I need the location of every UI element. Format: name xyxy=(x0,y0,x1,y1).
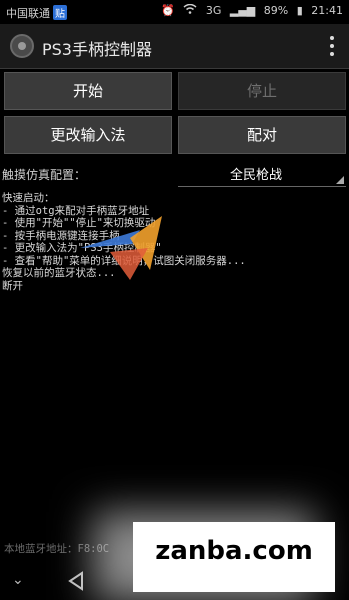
zanba-watermark: zanba.com xyxy=(133,522,335,592)
pair-button[interactable]: 配对 xyxy=(178,116,346,154)
status-left: 中国联通贴 xyxy=(6,5,67,21)
battery-icon: ▮ xyxy=(296,4,303,17)
app-title: PS3手柄控制器 xyxy=(42,40,152,59)
touch-config-value: 全民枪战 xyxy=(229,168,282,183)
alarm-icon: ⏰ xyxy=(161,4,175,17)
watermark-logo-icon xyxy=(80,216,162,280)
clock: 21:41 xyxy=(311,4,343,17)
network-type: 3G xyxy=(205,4,222,17)
app-bar: PS3手柄控制器 xyxy=(0,24,349,69)
touch-config-label: 触摸仿真配置： xyxy=(2,168,87,182)
overflow-menu-icon[interactable] xyxy=(329,34,335,60)
status-right: ⏰ 3G ▂▄▆ 89% ▮ 21:41 xyxy=(156,3,343,17)
log-line: 快速启动： xyxy=(2,192,55,204)
status-bar: 中国联通贴 ⏰ 3G ▂▄▆ 89% ▮ 21:41 xyxy=(0,0,349,24)
gamepad-app-icon xyxy=(10,34,34,58)
wifi-icon xyxy=(183,3,201,17)
signal-icon: ▂▄▆ xyxy=(229,4,256,17)
zanba-watermark-text: zanba.com xyxy=(155,536,313,566)
battery-percent: 89% xyxy=(263,4,289,17)
touch-config-spinner[interactable]: 全民枪战 xyxy=(178,160,346,187)
carrier-label: 中国联通 xyxy=(6,7,50,20)
start-button[interactable]: 开始 xyxy=(4,72,172,110)
tieba-badge-icon: 贴 xyxy=(53,5,67,20)
chevron-down-icon[interactable]: ⌄ xyxy=(12,572,24,588)
local-bluetooth-address: 本地蓝牙地址：F8:0C xyxy=(4,543,110,555)
change-input-method-button[interactable]: 更改输入法 xyxy=(4,116,172,154)
stop-button[interactable]: 停止 xyxy=(178,72,346,110)
back-icon[interactable] xyxy=(66,571,86,591)
dropdown-triangle-icon xyxy=(336,176,344,184)
